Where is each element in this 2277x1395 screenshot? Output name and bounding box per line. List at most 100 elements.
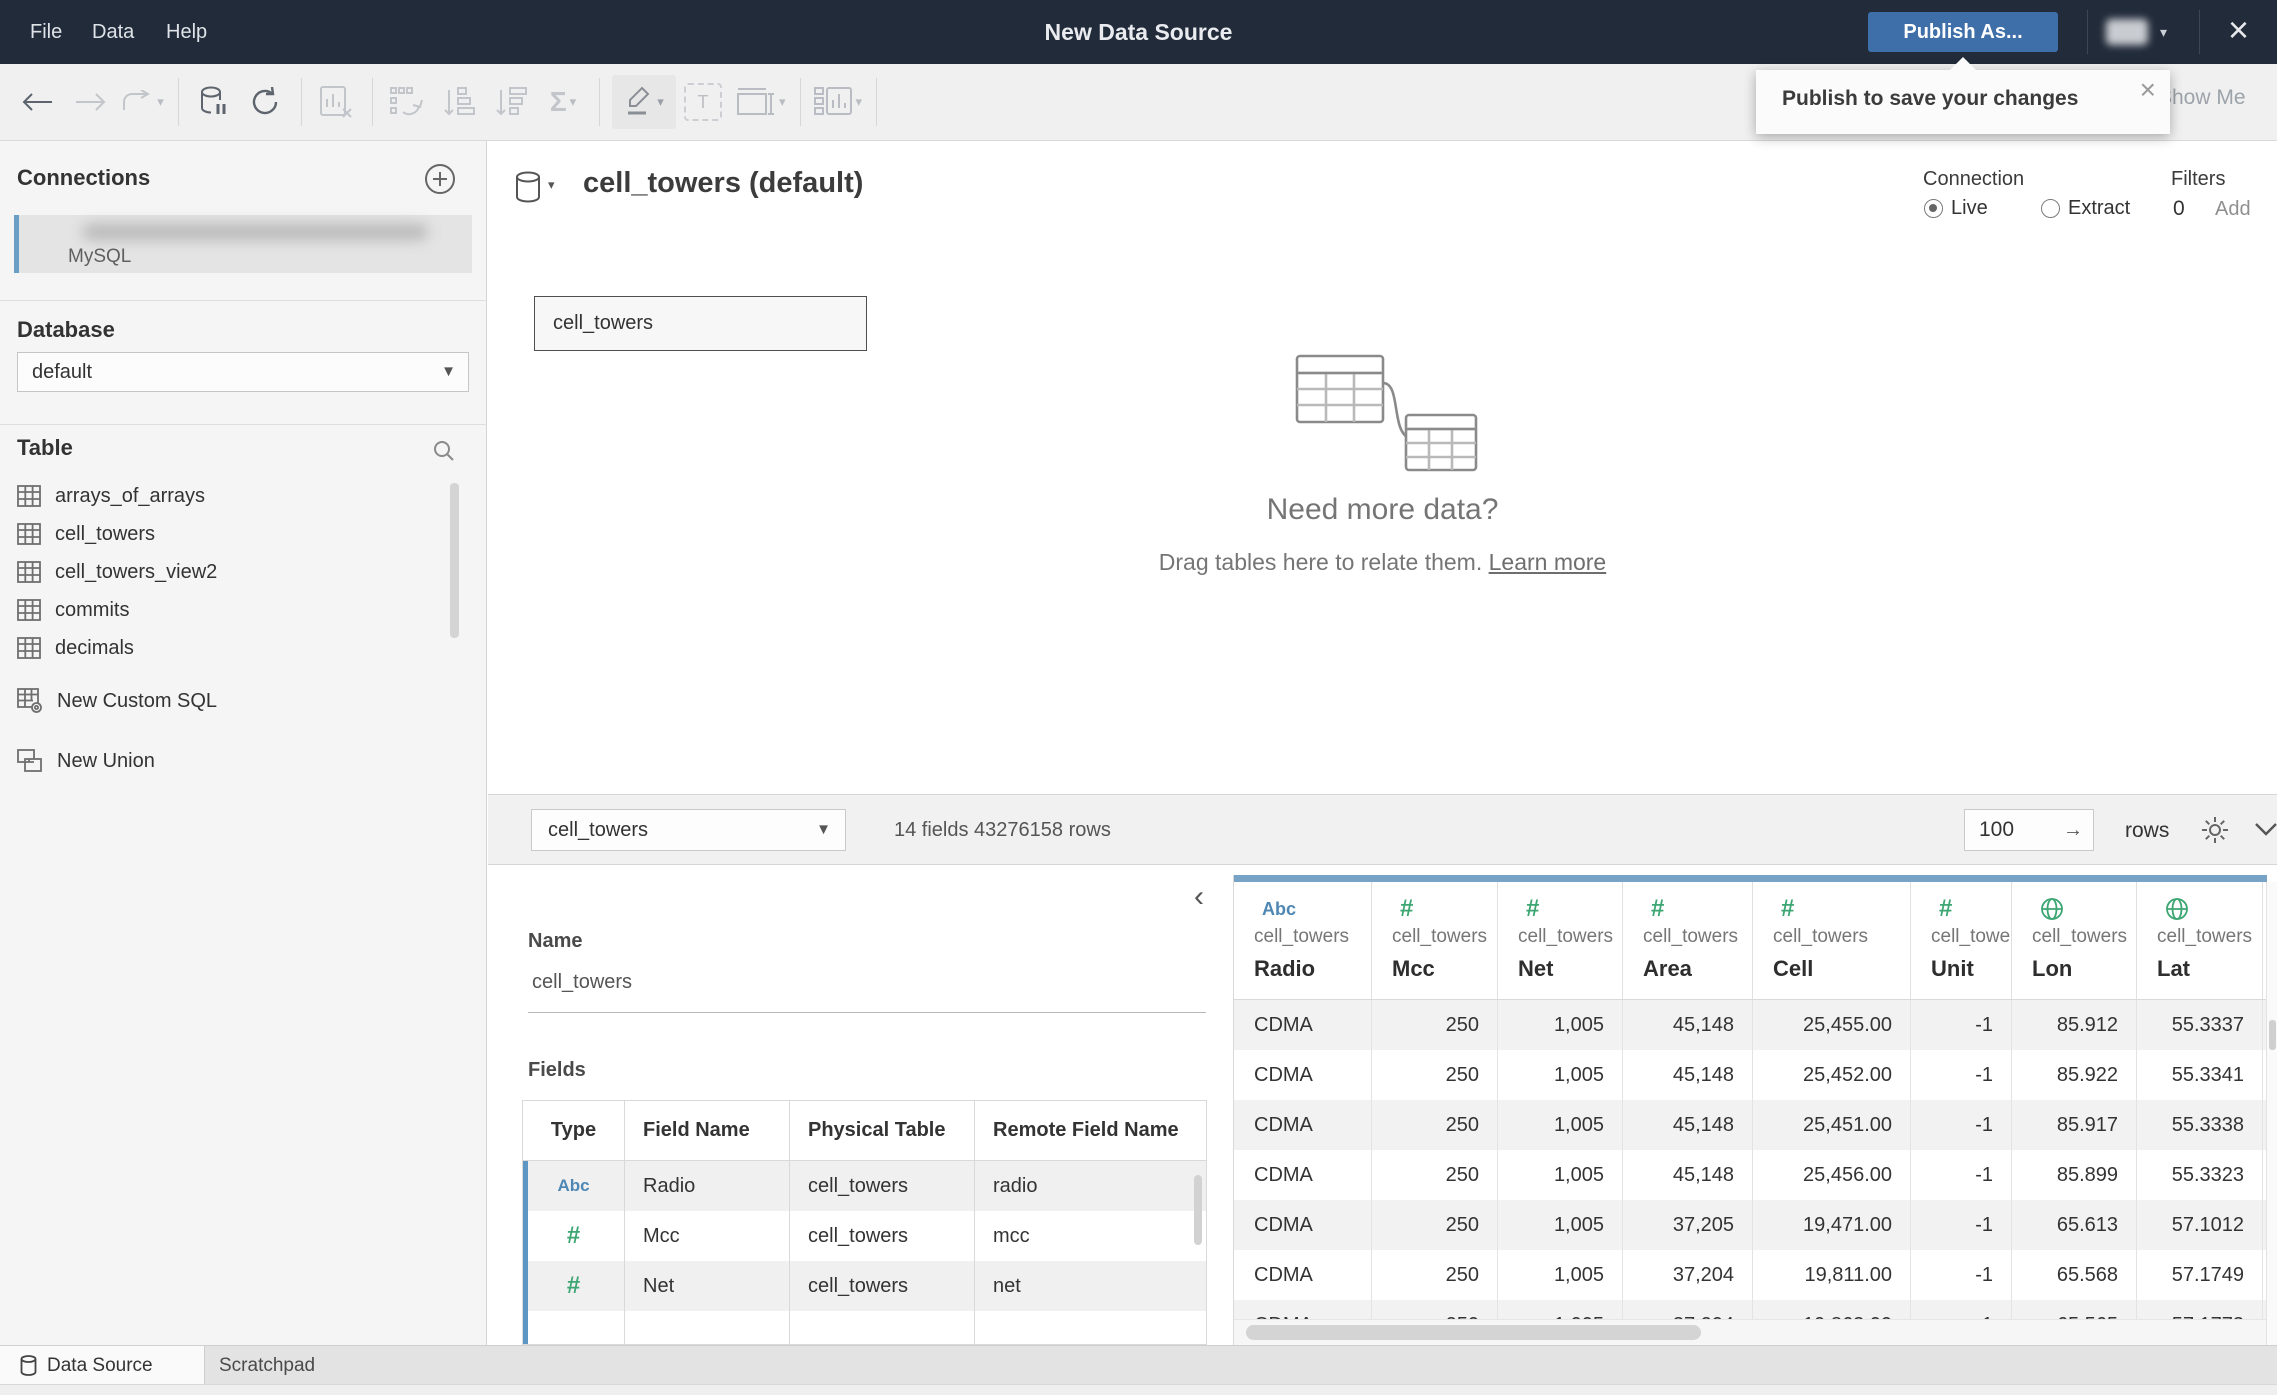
live-label: Live — [1951, 197, 1988, 219]
column-table-name: cell_towers — [1773, 926, 1869, 947]
column-table-name: cell_towers — [1518, 926, 1614, 947]
sidebar-item-commits[interactable]: commits — [17, 591, 447, 629]
fields-table-scrollbar[interactable] — [1194, 1175, 1202, 1245]
vscroll-thumb[interactable] — [2269, 1020, 2276, 1050]
sidebar-item-cell-towers-view2[interactable]: cell_towers_view2 — [17, 553, 447, 591]
new-union-button[interactable]: New Union — [17, 741, 447, 781]
cell: 85.899 — [2012, 1150, 2137, 1200]
field-physical-table: cell_towers — [790, 1261, 975, 1311]
sidebar-item-cell-towers[interactable]: cell_towers — [17, 515, 447, 553]
undo-button[interactable] — [16, 75, 60, 129]
field-row-partial[interactable] — [523, 1311, 1206, 1344]
avatar[interactable] — [2106, 19, 2148, 45]
tooltip-close-icon[interactable]: × — [2140, 74, 2156, 106]
title-bar: File Data Help New Data Source Publish A… — [0, 0, 2277, 64]
table-search-icon[interactable] — [432, 439, 456, 468]
field-row-net[interactable]: # Net cell_towers net — [523, 1261, 1206, 1311]
table-name-field[interactable]: cell_towers — [532, 971, 632, 994]
table-selector-caret-icon: ▼ — [816, 821, 831, 838]
tooltip-text: Publish to save your changes — [1782, 87, 2079, 110]
sort-descending-button[interactable] — [489, 75, 533, 129]
close-window-icon[interactable]: × — [2228, 0, 2249, 64]
redo-button[interactable] — [68, 75, 112, 129]
row-count-input[interactable] — [1965, 810, 2057, 850]
column-header-area[interactable]: # cell_towers Area — [1623, 882, 1753, 999]
sort-ascending-button[interactable] — [437, 75, 481, 129]
column-header-mcc[interactable]: # cell_towers Mcc — [1372, 882, 1498, 999]
table-selector-value: cell_towers — [548, 819, 649, 841]
radio-extract[interactable]: Extract — [2041, 197, 2130, 220]
new-custom-sql-button[interactable]: New Custom SQL — [17, 681, 447, 721]
status-strip — [0, 1384, 2277, 1395]
fields-header-remote-field-name: Remote Field Name — [993, 1119, 1179, 1141]
fields-header-field-name: Field Name — [625, 1101, 790, 1160]
column-header-lon[interactable]: cell_towers Lon — [2012, 882, 2137, 999]
grid-collapse-chevron-icon[interactable] — [2253, 821, 2277, 842]
publish-as-button[interactable]: Publish As... — [1868, 12, 2058, 52]
hscroll-thumb[interactable] — [1246, 1325, 1701, 1340]
highlight-button[interactable]: ▾ — [612, 75, 676, 129]
field-remote-name: mcc — [993, 1225, 1030, 1247]
rows-label: rows — [2125, 819, 2170, 842]
column-header-unit[interactable]: # cell_towers Unit — [1911, 882, 2012, 999]
column-header-lat[interactable]: cell_towers Lat — [2137, 882, 2263, 999]
field-row-mcc[interactable]: # Mcc cell_towers mcc — [523, 1211, 1206, 1261]
grid-horizontal-scrollbar[interactable] — [1234, 1319, 2267, 1345]
column-table-name: cell_towers — [2032, 926, 2128, 947]
learn-more-link[interactable]: Learn more — [1489, 549, 1607, 575]
filters-add-button[interactable]: Add — [2215, 198, 2251, 221]
string-type-icon: Abc — [1262, 898, 1297, 919]
column-header-radio[interactable]: Abc cell_towers Radio — [1234, 882, 1372, 999]
sidebar-item-decimals[interactable]: decimals — [17, 629, 447, 667]
cell: 85.917 — [2012, 1100, 2137, 1150]
column-header-net[interactable]: # cell_towers Net — [1498, 882, 1623, 999]
cell: 85.922 — [2012, 1050, 2137, 1100]
column-header-cell[interactable]: # cell_towers Cell — [1753, 882, 1911, 999]
pause-updates-button[interactable] — [191, 75, 235, 129]
sidebar-scrollbar[interactable] — [450, 483, 459, 638]
live-radio-icon[interactable] — [1924, 199, 1943, 218]
radio-live[interactable]: Live — [1924, 197, 1988, 220]
row-count-field[interactable]: → — [1964, 809, 2094, 851]
text-label-button[interactable]: T — [684, 83, 722, 121]
field-row-radio[interactable]: Abc Radio cell_towers radio — [523, 1161, 1206, 1211]
datasource-database-icon[interactable] — [515, 171, 541, 208]
tab-data-source[interactable]: Data Source — [0, 1346, 205, 1385]
table-item-label: cell_towers — [55, 522, 156, 545]
fields-rows-info: 14 fields 43276158 rows — [894, 819, 1111, 841]
extract-radio-icon[interactable] — [2041, 199, 2060, 218]
apply-rows-icon[interactable]: → — [2063, 810, 2083, 850]
totals-caret-icon: ▾ — [569, 94, 577, 109]
filters-count: 0 — [2173, 197, 2185, 220]
data-preview-grid: Abc cell_towers Radio # cell_towers Mcc … — [1233, 875, 2277, 1345]
field-name: Radio — [625, 1161, 790, 1211]
datasource-caret-icon[interactable]: ▾ — [548, 177, 555, 193]
extract-label: Extract — [2068, 197, 2131, 219]
table-selector[interactable]: cell_towers ▼ — [531, 809, 846, 851]
fit-selector-button[interactable]: ▾ — [736, 75, 786, 129]
fields-table: Type Field Name Physical Table Remote Fi… — [522, 1100, 1207, 1345]
cell: -1 — [1911, 1050, 2012, 1100]
group-members-button[interactable] — [385, 75, 429, 129]
show-me-button[interactable]: Show Me — [2158, 86, 2246, 110]
connection-item[interactable]: MySQL — [14, 215, 472, 273]
sidebar-item-arrays-of-arrays[interactable]: arrays_of_arrays — [17, 477, 447, 515]
topbar-divider — [2199, 10, 2200, 54]
add-connection-icon[interactable] — [424, 163, 456, 200]
totals-button[interactable]: Σ ▾ — [541, 75, 585, 129]
refresh-button[interactable] — [243, 75, 287, 129]
clear-sheet-button[interactable] — [314, 75, 358, 129]
database-select[interactable]: default ▼ — [17, 352, 469, 392]
replay-button[interactable]: ▾ — [120, 75, 164, 129]
grid-settings-gear-icon[interactable] — [2200, 815, 2230, 850]
grid-vertical-scrollbar[interactable] — [2266, 882, 2277, 1345]
field-name: Mcc — [625, 1211, 790, 1261]
custom-sql-icon — [17, 688, 42, 713]
collapse-panel-icon[interactable]: ‹ — [1194, 882, 1204, 912]
string-type-icon: Abc — [523, 1161, 625, 1211]
show-hide-cards-button[interactable]: ▾ — [813, 75, 862, 129]
tab-scratchpad[interactable]: Scratchpad — [205, 1346, 565, 1385]
logical-table-pill[interactable]: cell_towers — [534, 296, 867, 351]
number-type-icon: # — [1526, 895, 1540, 922]
number-type-icon: # — [1651, 895, 1665, 922]
